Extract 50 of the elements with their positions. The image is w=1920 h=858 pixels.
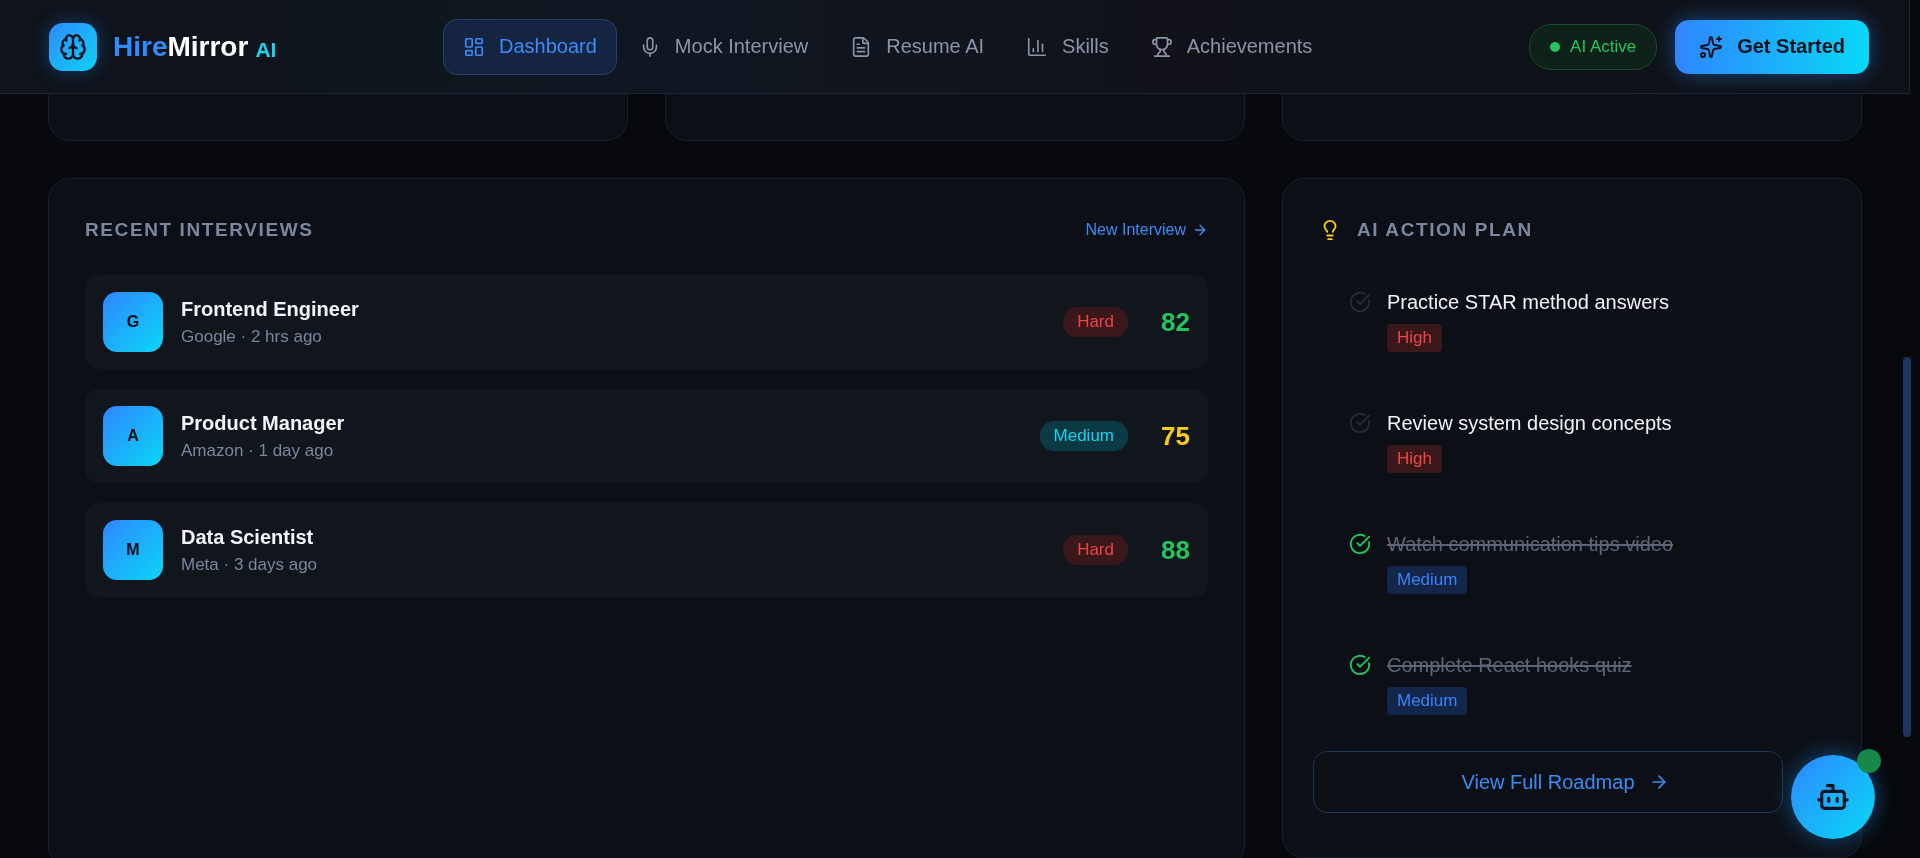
check-circle-icon[interactable] — [1349, 654, 1371, 676]
check-circle-icon[interactable] — [1349, 412, 1371, 434]
nav-tab[interactable]: Achievements — [1130, 18, 1333, 75]
interview-meta: Google · 2 hrs ago — [181, 326, 323, 347]
nav-tab[interactable]: Skills — [1006, 18, 1129, 75]
status-pill: AI Active — [1529, 23, 1658, 70]
new-interview-link[interactable]: New Interview — [1085, 221, 1208, 239]
priority-tag: Medium — [1387, 687, 1468, 715]
nav-tab[interactable]: Dashboard — [443, 18, 617, 75]
task-text: Practice STAR method answers — [1387, 291, 1669, 314]
difficulty-tag: Medium — [1039, 421, 1128, 451]
task-text: Review system design concepts — [1387, 412, 1672, 435]
company-avatar: M — [103, 520, 163, 580]
interview-score: 75 — [1160, 420, 1190, 452]
company-avatar: A — [103, 406, 163, 466]
view-roadmap-button[interactable]: View Full Roadmap — [1313, 751, 1783, 813]
interview-meta: Meta · 3 days ago — [181, 554, 319, 575]
difficulty-tag: Hard — [1063, 535, 1128, 565]
brand-name: HireMirror — [113, 30, 249, 63]
company-avatar: G — [103, 292, 163, 352]
scrollbar-thumb[interactable] — [1903, 357, 1911, 737]
interview-score: 88 — [1160, 534, 1190, 566]
interview-row[interactable]: A Product Manager Amazon · 1 day ago Medium 75 — [85, 389, 1208, 483]
task-text: Complete React hooks quiz — [1387, 654, 1632, 677]
dashboard-icon — [463, 35, 485, 58]
interview-row[interactable]: G Frontend Engineer Google · 2 hrs ago Hard 82 — [85, 275, 1208, 369]
interview-title: Data Scientist — [181, 525, 315, 549]
trophy-icon — [1150, 35, 1173, 58]
section-title: AI ACTION PLAN — [1357, 219, 1533, 241]
check-circle-icon[interactable] — [1349, 291, 1371, 313]
interview-score: 82 — [1160, 306, 1190, 338]
brain-logo-icon[interactable] — [49, 22, 97, 71]
nav-tab[interactable]: Resume AI — [830, 18, 1005, 75]
nav-tab[interactable]: Mock Interview — [618, 18, 829, 75]
interview-row[interactable]: M Data Scientist Meta · 3 days ago Hard 88 — [85, 503, 1208, 597]
interview-title: Product Manager — [181, 411, 346, 435]
task-text: Watch communication tips video — [1387, 533, 1674, 556]
priority-tag: High — [1387, 445, 1442, 473]
bar-chart-icon — [1026, 35, 1049, 58]
interview-meta: Amazon · 1 day ago — [181, 440, 335, 461]
get-started-button[interactable]: Get Started — [1675, 19, 1869, 74]
sparkles-icon — [1699, 34, 1724, 59]
priority-tag: High — [1387, 324, 1442, 352]
section-title: RECENT INTERVIEWS — [85, 219, 314, 241]
interview-title: Frontend Engineer — [181, 297, 360, 321]
priority-tag: Medium — [1387, 566, 1468, 594]
brand-suffix: AI — [255, 37, 277, 62]
check-circle-icon[interactable] — [1349, 533, 1371, 555]
arrow-right-icon — [1192, 222, 1208, 238]
difficulty-tag: Hard — [1063, 307, 1128, 337]
